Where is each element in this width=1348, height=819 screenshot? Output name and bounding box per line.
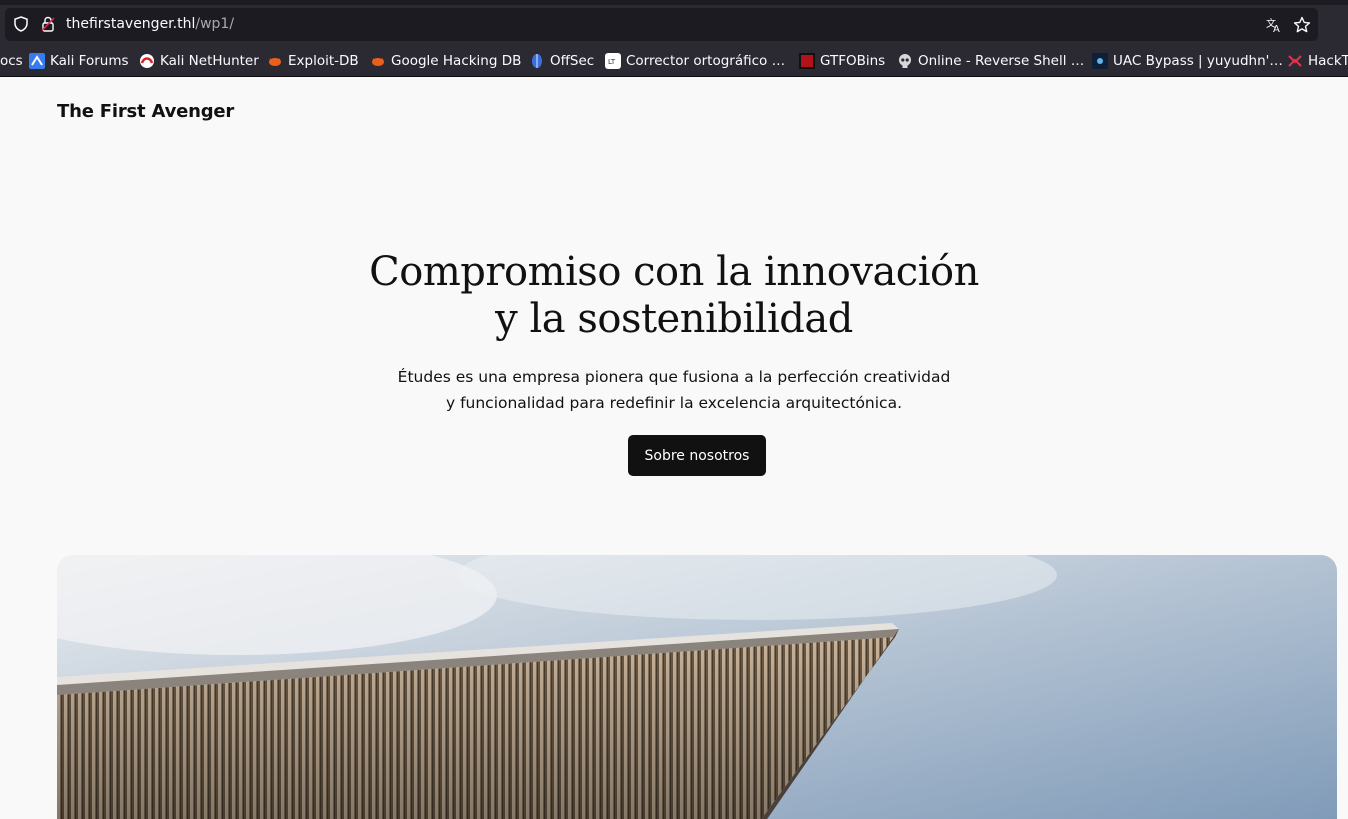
ghdb-bug-icon <box>372 58 384 66</box>
offsec-icon <box>532 54 542 68</box>
bookmark-label: Corrector ortográfico … <box>626 53 786 69</box>
skull-icon <box>899 54 911 68</box>
bookmark-uac-bypass[interactable]: UAC Bypass | yuyudhn'… <box>1092 50 1283 72</box>
bookmark-label: HackT <box>1308 53 1348 69</box>
uac-icon <box>1092 53 1108 69</box>
bookmark-label: OffSec <box>550 53 595 69</box>
hero-heading: Compromiso con la innovación y la sosten… <box>324 249 1024 343</box>
hacktricks-icon <box>1288 55 1302 67</box>
browser-chrome: thefirstavenger.thl/wp1/ 文 A ocs Kali Fo… <box>0 0 1348 77</box>
bookmark-label: UAC Bypass | yuyudhn'… <box>1113 53 1283 69</box>
bookmark-offsec[interactable]: OffSec <box>529 50 594 72</box>
bookmark-kali-nethunter[interactable]: Kali NetHunter <box>139 50 259 72</box>
bookmark-label: Online - Reverse Shell … <box>918 53 1085 69</box>
exploitdb-bug-icon <box>269 58 281 66</box>
about-us-button[interactable]: Sobre nosotros <box>628 435 766 476</box>
bookmark-star-icon[interactable] <box>1292 15 1312 35</box>
bookmark-google-hacking-db[interactable]: Google Hacking DB <box>370 50 521 72</box>
bookmark-hacktricks[interactable]: HackT <box>1287 50 1348 72</box>
bookmark-kali-forums[interactable]: Kali Forums <box>29 50 129 72</box>
bookmark-reverse-shell[interactable]: Online - Reverse Shell … <box>897 50 1084 72</box>
gtfobins-icon <box>799 53 815 69</box>
hero-description-line-1: Études es una empresa pionera que fusion… <box>397 368 951 386</box>
bookmark-label: GTFOBins <box>820 53 886 69</box>
bookmark-exploit-db[interactable]: Exploit-DB <box>267 50 359 72</box>
insecure-lock-icon[interactable] <box>39 15 57 33</box>
hero-description-line-2: y funcionalidad para redefinir la excele… <box>445 394 903 412</box>
url-text[interactable]: thefirstavenger.thl/wp1/ <box>66 16 234 32</box>
bookmark-label: Google Hacking DB <box>391 53 522 69</box>
bookmark-docs[interactable]: ocs <box>0 50 23 72</box>
svg-text:LT: LT <box>608 58 616 66</box>
hero-description: Études es una empresa pionera que fusion… <box>374 364 974 416</box>
web-page: The First Avenger Compromiso con la inno… <box>0 77 1348 819</box>
tab-strip-edge <box>0 0 1348 5</box>
tracking-protection-shield-icon[interactable] <box>12 15 30 33</box>
nethunter-icon <box>140 54 154 68</box>
bookmarks-toolbar: ocs Kali Forums Kali NetHunter Exploit-D… <box>0 46 1348 76</box>
bookmark-gtfobins[interactable]: GTFOBins <box>799 50 885 72</box>
bookmark-label: Kali NetHunter <box>160 53 259 69</box>
bookmark-label: Exploit-DB <box>288 53 359 69</box>
address-bar[interactable]: thefirstavenger.thl/wp1/ 文 A <box>5 8 1318 41</box>
url-path: /wp1/ <box>195 16 235 32</box>
building-photo-illustration <box>57 555 1337 819</box>
bookmark-label: ocs <box>0 53 23 69</box>
bookmark-corrector-ortografico[interactable]: LT Corrector ortográfico … <box>605 50 785 72</box>
languagetool-icon: LT <box>605 53 621 69</box>
kali-dragon-icon <box>29 53 45 69</box>
hero-heading-line-1: Compromiso con la innovación <box>369 249 979 295</box>
svg-text:A: A <box>1273 24 1280 35</box>
site-title-link[interactable]: The First Avenger <box>57 101 234 122</box>
hero-heading-line-2: y la sostenibilidad <box>495 296 853 342</box>
translate-icon[interactable]: 文 A <box>1264 15 1284 35</box>
bookmark-label: Kali Forums <box>50 53 129 69</box>
hero-building-image <box>57 555 1337 819</box>
url-host: thefirstavenger.thl <box>66 16 196 32</box>
